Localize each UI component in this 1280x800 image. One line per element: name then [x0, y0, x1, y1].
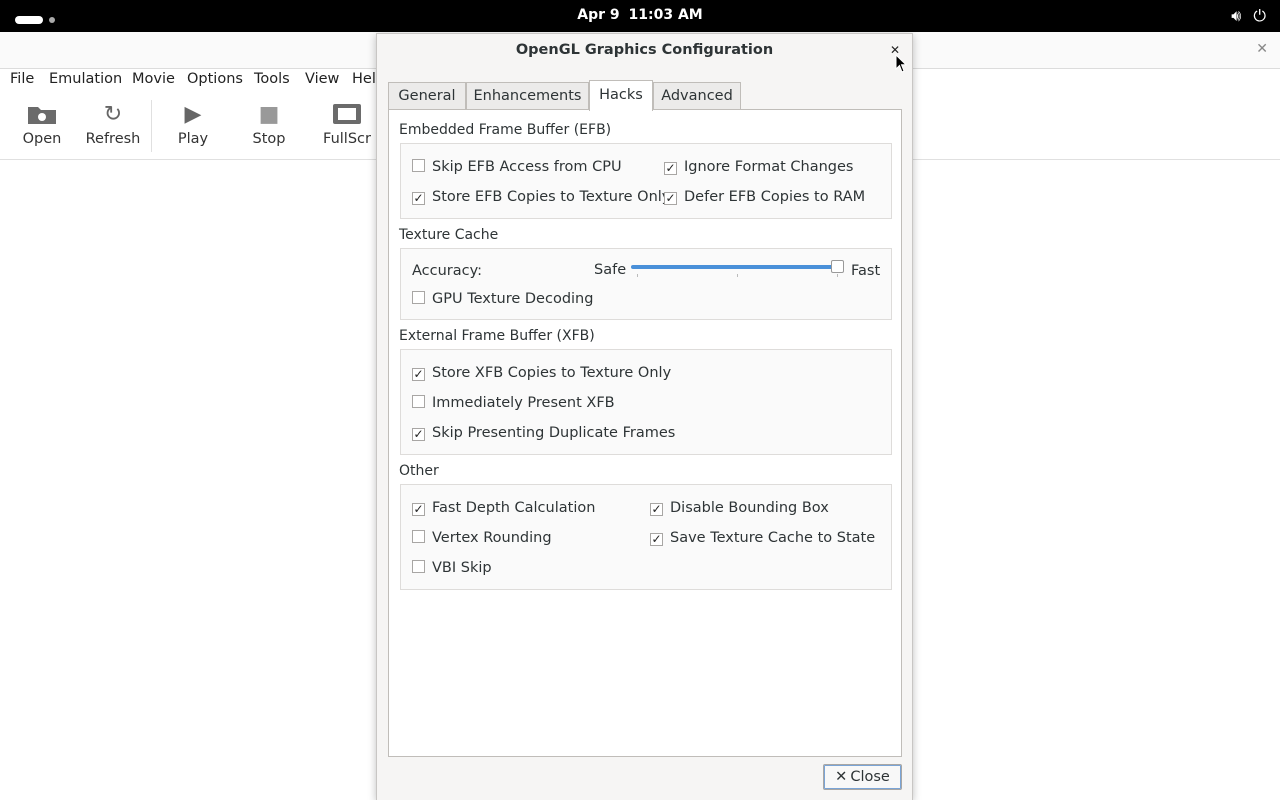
checkbox-checked-icon: ✓ — [650, 502, 663, 516]
disable-bounding-box-checkbox[interactable]: ✓ Disable Bounding Box — [650, 500, 829, 516]
close-icon: ✕ — [835, 769, 848, 785]
immediately-present-xfb-checkbox[interactable]: Immediately Present XFB — [412, 395, 615, 411]
fullscreen-icon — [311, 102, 383, 128]
defer-efb-copies-checkbox[interactable]: ✓ Defer EFB Copies to RAM — [664, 189, 865, 205]
menu-emulation[interactable]: Emulation — [49, 71, 122, 87]
slider-tick — [837, 274, 838, 277]
checkbox-unchecked-icon — [412, 560, 425, 573]
checkbox-unchecked-icon — [412, 291, 425, 304]
store-efb-copies-checkbox[interactable]: ✓ Store EFB Copies to Texture Only — [412, 189, 670, 205]
xfb-group: ✓ Store XFB Copies to Texture Only Immedi… — [400, 349, 892, 455]
checkbox-unchecked-icon — [412, 530, 425, 543]
refresh-icon: ↻ — [103, 102, 123, 127]
skip-duplicate-frames-checkbox[interactable]: ✓ Skip Presenting Duplicate Frames — [412, 425, 675, 441]
checkbox-checked-icon: ✓ — [412, 367, 425, 381]
stop-icon: ■ — [258, 102, 280, 127]
other-group-title: Other — [399, 463, 439, 479]
power-icon[interactable]: ⏻ — [1253, 6, 1266, 25]
tab-advanced[interactable]: Advanced — [653, 82, 741, 110]
checkbox-checked-icon: ✓ — [412, 191, 425, 205]
fast-depth-checkbox[interactable]: ✓ Fast Depth Calculation — [412, 500, 595, 516]
texture-cache-group: Accuracy: Safe Fast GPU Texture Decoding — [400, 248, 892, 320]
refresh-button[interactable]: ↻ Refresh — [77, 102, 149, 147]
close-button[interactable]: ✕ Close — [823, 764, 902, 790]
tab-general[interactable]: General — [388, 82, 466, 110]
xfb-group-title: External Frame Buffer (XFB) — [399, 328, 595, 344]
ignore-format-changes-checkbox[interactable]: ✓ Ignore Format Changes — [664, 159, 854, 175]
accuracy-label: Accuracy: — [412, 263, 483, 279]
efb-group-title: Embedded Frame Buffer (EFB) — [399, 122, 612, 138]
system-tray[interactable]: 🔊︎ ⏻ — [1219, 6, 1266, 26]
slider-tick — [637, 274, 638, 277]
menu-tools[interactable]: Tools — [254, 71, 290, 87]
menu-file[interactable]: File — [10, 71, 34, 87]
vbi-skip-checkbox[interactable]: VBI Skip — [412, 560, 492, 576]
gpu-texture-decoding-checkbox[interactable]: GPU Texture Decoding — [412, 291, 593, 307]
accuracy-slider-handle[interactable] — [831, 260, 844, 273]
clock[interactable]: Apr 9 11:03 AM — [0, 7, 1280, 23]
folder-icon — [6, 102, 78, 128]
menu-movie[interactable]: Movie — [132, 71, 175, 87]
clock-date: Apr 9 — [577, 7, 620, 23]
checkbox-checked-icon: ✓ — [664, 191, 677, 205]
slider-tick — [737, 274, 738, 277]
checkbox-checked-icon: ✓ — [664, 161, 677, 175]
menu-options[interactable]: Options — [187, 71, 243, 87]
slider-safe-label: Safe — [594, 262, 627, 278]
tab-enhancements[interactable]: Enhancements — [466, 82, 589, 110]
skip-efb-access-checkbox[interactable]: Skip EFB Access from CPU — [412, 159, 622, 175]
checkbox-checked-icon: ✓ — [412, 502, 425, 516]
checkbox-unchecked-icon — [412, 159, 425, 172]
other-group: ✓ Fast Depth Calculation ✓ Disable Boundin… — [400, 484, 892, 590]
efb-group: Skip EFB Access from CPU ✓ Ignore Format … — [400, 143, 892, 219]
store-xfb-copies-checkbox[interactable]: ✓ Store XFB Copies to Texture Only — [412, 365, 671, 381]
tab-hacks[interactable]: Hacks — [589, 80, 653, 111]
vertex-rounding-checkbox[interactable]: Vertex Rounding — [412, 530, 552, 546]
play-button[interactable]: ▶ Play — [157, 102, 229, 147]
fullscreen-button[interactable]: FullScr — [311, 102, 383, 147]
slider-fast-label: Fast — [851, 263, 881, 279]
mouse-pointer-icon — [895, 54, 908, 73]
checkbox-checked-icon: ✓ — [412, 427, 425, 441]
dialog-title: OpenGL Graphics Configuration — [515, 42, 774, 58]
menu-view[interactable]: View — [305, 71, 339, 87]
texture-cache-group-title: Texture Cache — [399, 227, 499, 243]
checkbox-checked-icon: ✓ — [650, 532, 663, 546]
accuracy-slider-track[interactable] — [631, 265, 837, 269]
menu-help[interactable]: Hel — [352, 71, 376, 87]
checkbox-unchecked-icon — [412, 395, 425, 408]
save-texture-cache-checkbox[interactable]: ✓ Save Texture Cache to State — [650, 530, 875, 546]
play-icon: ▶ — [184, 102, 202, 127]
clock-time: 11:03 AM — [628, 7, 703, 23]
volume-icon[interactable]: 🔊︎ — [1231, 6, 1241, 25]
graphics-config-dialog: OpenGL Graphics Configuration ✕ General … — [376, 33, 913, 800]
open-button[interactable]: Open — [6, 102, 78, 147]
stop-button[interactable]: ■ Stop — [233, 102, 305, 147]
hacks-panel: Embedded Frame Buffer (EFB) Skip EFB Acc… — [388, 109, 902, 757]
system-top-bar: Apr 9 11:03 AM 🔊︎ ⏻ — [0, 0, 1280, 32]
main-window-close-icon[interactable]: ✕ — [1256, 41, 1268, 57]
toolbar-separator — [151, 100, 152, 152]
